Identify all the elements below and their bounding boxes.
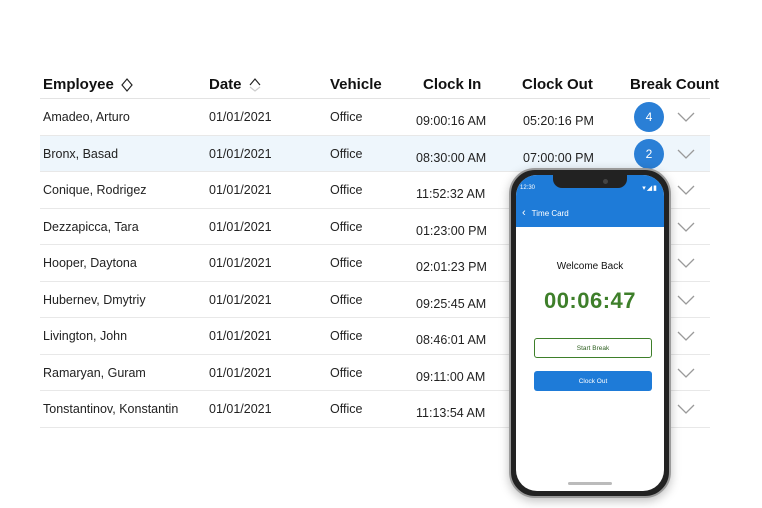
- app-bar-title: Time Card: [531, 208, 569, 218]
- home-indicator: [568, 482, 612, 485]
- header-break-count-label: Break Count: [630, 76, 720, 93]
- cell-clock-in: 08:30:00 AM: [416, 150, 487, 165]
- cell-employee: Ramaryan, Guram: [43, 365, 146, 380]
- break-count-badge: 4: [634, 102, 664, 132]
- cell-employee: Hubernev, Dmytriy: [43, 292, 146, 307]
- chevron-down-icon[interactable]: [676, 147, 696, 161]
- header-clock-in[interactable]: Clock In: [423, 76, 481, 93]
- camera-icon: [603, 179, 608, 184]
- cell-clock-in: 09:11:00 AM: [416, 369, 486, 384]
- header-employee-label: Employee: [43, 76, 114, 93]
- cell-employee: Amadeo, Arturo: [43, 110, 130, 124]
- cell-date: 01/01/2021: [209, 329, 272, 343]
- cell-date: 01/01/2021: [209, 402, 272, 416]
- table-row[interactable]: Bronx, Basad 01/01/2021 Office 08:30:00 AM 0…: [40, 135, 710, 172]
- header-date-label: Date: [209, 76, 242, 93]
- cell-employee: Tonstantinov, Konstantin: [43, 402, 179, 416]
- table-header: Employee Date Vehicle Clock In Clock Out…: [40, 66, 719, 99]
- back-arrow-icon[interactable]: ‹: [522, 207, 526, 219]
- cell-clock-in: 02:01:23 PM: [416, 260, 487, 274]
- welcome-text: Welcome Back: [556, 261, 624, 272]
- cell-vehicle: Office: [330, 256, 363, 270]
- cell-clock-in: 11:13:54 AM: [416, 406, 486, 420]
- start-break-button[interactable]: Start Break: [534, 338, 652, 358]
- cell-clock-out: 05:20:16 PM: [523, 114, 594, 128]
- cell-clock-in: 09:25:45 AM: [416, 296, 487, 311]
- cell-employee: Hooper, Daytona: [43, 256, 137, 270]
- chevron-down-icon[interactable]: [676, 256, 696, 270]
- header-break-count[interactable]: Break Count: [630, 76, 719, 93]
- cell-vehicle: Office: [330, 110, 363, 124]
- chevron-down-icon[interactable]: [676, 366, 696, 380]
- cell-vehicle: Office: [330, 146, 363, 161]
- status-time: 12:30: [520, 185, 536, 191]
- cell-employee: Conique, Rodrigez: [43, 183, 147, 197]
- sort-icon[interactable]: [248, 77, 262, 92]
- cell-date: 01/01/2021: [209, 365, 272, 380]
- cell-employee: Livington, John: [43, 329, 128, 343]
- cell-date: 01/01/2021: [209, 146, 272, 161]
- chevron-down-icon[interactable]: [676, 329, 696, 343]
- cell-date: 01/01/2021: [209, 183, 272, 197]
- cell-date: 01/01/2021: [209, 292, 272, 307]
- header-clock-out[interactable]: Clock Out: [522, 76, 593, 93]
- signal-battery-icon: ▾◢▮: [642, 185, 658, 192]
- table-row[interactable]: Amadeo, Arturo 01/01/2021 Office 09:00:16 A…: [40, 99, 710, 136]
- chevron-down-icon[interactable]: [676, 402, 696, 416]
- cell-vehicle: Office: [330, 402, 363, 416]
- cell-clock-in: 11:52:32 AM: [416, 187, 486, 201]
- clock-out-button[interactable]: Clock Out: [534, 371, 652, 391]
- header-vehicle-label: Vehicle: [330, 76, 382, 93]
- sort-icon[interactable]: [120, 77, 134, 92]
- header-clock-out-label: Clock Out: [522, 76, 593, 93]
- cell-vehicle: Office: [330, 183, 363, 197]
- phone-screen: 12:30 ▾◢▮ ‹ Time Card Welcome Back 00:06…: [516, 175, 664, 491]
- chevron-down-icon[interactable]: [676, 110, 696, 124]
- cell-employee: Bronx, Basad: [43, 146, 119, 161]
- header-date[interactable]: Date: [209, 76, 262, 93]
- cell-employee: Dezzapicca, Tara: [43, 219, 139, 234]
- phone-notch: [553, 175, 627, 188]
- cell-vehicle: Office: [330, 292, 363, 307]
- header-clock-in-label: Clock In: [423, 76, 482, 93]
- elapsed-timer: 00:06:47: [543, 288, 637, 313]
- cell-date: 01/01/2021: [209, 219, 272, 234]
- header-employee[interactable]: Employee: [43, 76, 134, 93]
- cell-vehicle: Office: [330, 219, 363, 234]
- header-vehicle[interactable]: Vehicle: [330, 76, 382, 93]
- chevron-down-icon[interactable]: [676, 183, 696, 197]
- cell-clock-out: 07:00:00 PM: [523, 150, 594, 165]
- chevron-down-icon[interactable]: [676, 293, 696, 307]
- cell-vehicle: Office: [330, 329, 363, 343]
- cell-clock-in: 09:00:16 AM: [416, 114, 487, 128]
- cell-date: 01/01/2021: [209, 110, 272, 124]
- cell-clock-in: 08:46:01 AM: [416, 333, 487, 347]
- cell-date: 01/01/2021: [209, 256, 272, 270]
- app-bar: ‹ Time Card: [516, 199, 664, 227]
- chevron-down-icon[interactable]: [676, 220, 696, 234]
- cell-vehicle: Office: [330, 365, 363, 380]
- break-count-badge: 2: [634, 138, 664, 169]
- cell-clock-in: 01:23:00 PM: [416, 223, 487, 238]
- phone-mockup: 12:30 ▾◢▮ ‹ Time Card Welcome Back 00:06…: [509, 168, 671, 498]
